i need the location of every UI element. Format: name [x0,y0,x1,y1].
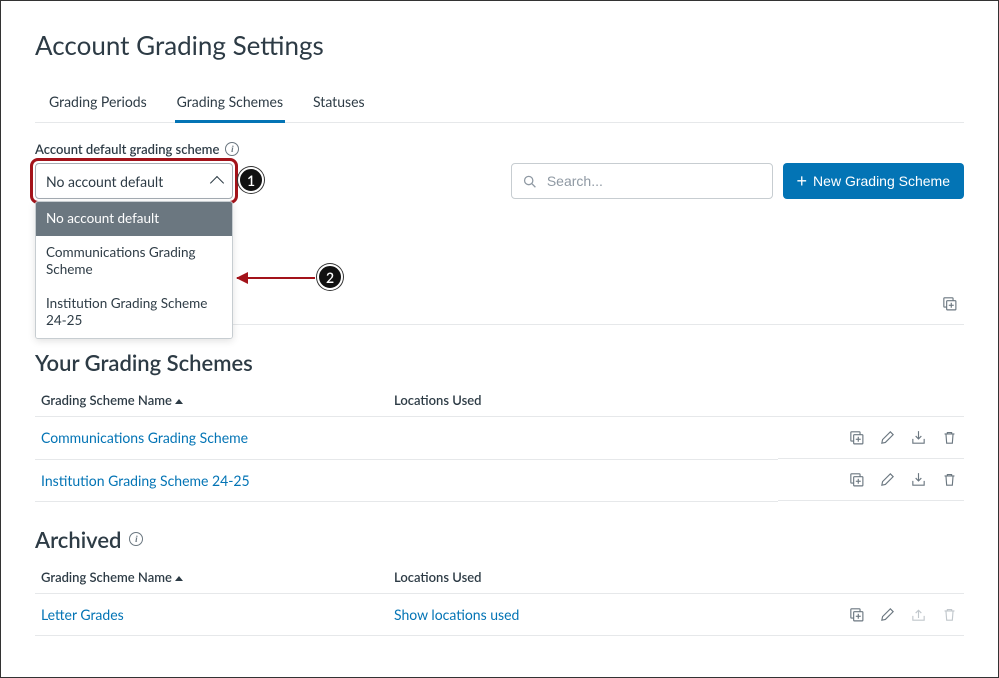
tabs-bar: Grading Periods Grading Schemes Statuses [35,83,964,123]
duplicate-icon[interactable] [848,429,865,446]
sort-asc-icon [175,399,183,404]
duplicate-icon[interactable] [941,295,958,312]
callout-badge-1: 1 [238,167,264,193]
col-locations-header[interactable]: Locations Used [388,384,778,417]
new-scheme-label: New Grading Scheme [813,173,950,189]
search-input[interactable] [545,172,762,190]
tab-grading-periods[interactable]: Grading Periods [47,83,149,123]
show-locations-link[interactable]: Show locations used [394,606,519,623]
tab-grading-schemes[interactable]: Grading Schemes [175,83,285,123]
dropdown-option-institution[interactable]: Institution Grading Scheme 24-25 [36,287,232,338]
dropdown-list: No account default Communications Gradin… [35,201,233,339]
your-schemes-heading: Your Grading Schemes [35,349,964,376]
edit-icon[interactable] [879,606,896,623]
sort-asc-icon [175,576,183,581]
unarchive-icon[interactable] [910,606,927,623]
edit-icon[interactable] [879,471,896,488]
archived-schemes-table: Grading Scheme Name Locations Used Lette… [35,561,964,637]
locations-cell [388,459,778,501]
new-grading-scheme-button[interactable]: + New Grading Scheme [783,163,964,199]
scheme-link-communications[interactable]: Communications Grading Scheme [41,429,248,446]
table-row: Communications Grading Scheme [35,417,964,460]
callout-badge-2: 2 [317,264,343,290]
col-name-header[interactable]: Grading Scheme Name [35,561,388,594]
tab-statuses[interactable]: Statuses [311,83,367,123]
default-scheme-label: Account default grading scheme [35,141,219,157]
delete-icon[interactable] [941,471,958,488]
col-locations-header[interactable]: Locations Used [388,561,778,594]
callout-arrow-icon [237,277,315,279]
table-row: Institution Grading Scheme 24-25 [35,459,964,501]
archived-heading: Archived i [35,526,964,553]
duplicate-icon[interactable] [848,471,865,488]
plus-icon: + [797,172,808,190]
dropdown-option-no-default[interactable]: No account default [36,202,232,236]
delete-icon[interactable] [941,429,958,446]
dropdown-option-communications[interactable]: Communications Grading Scheme [36,236,232,287]
search-icon [522,173,537,190]
scheme-link-institution[interactable]: Institution Grading Scheme 24-25 [41,472,250,489]
info-icon[interactable]: i [129,532,143,546]
dropdown-selected-text: No account default [46,173,163,190]
archive-icon[interactable] [910,471,927,488]
delete-icon [941,606,958,623]
edit-icon[interactable] [879,429,896,446]
default-scheme-section: Account default grading scheme i No acco… [35,141,239,199]
duplicate-icon[interactable] [848,606,865,623]
default-scheme-dropdown[interactable]: No account default [35,163,233,199]
page-title: Account Grading Settings [35,29,964,61]
info-icon[interactable]: i [225,142,239,156]
field-label: Account default grading scheme i [35,141,239,157]
archive-icon[interactable] [910,429,927,446]
locations-cell [388,417,778,460]
col-name-header[interactable]: Grading Scheme Name [35,384,388,417]
scheme-link-letter-grades[interactable]: Letter Grades [41,606,124,623]
your-schemes-table: Grading Scheme Name Locations Used Commu… [35,384,964,502]
chevron-up-icon [210,176,224,190]
search-box[interactable] [511,163,773,199]
table-row: Letter Grades Show locations used [35,593,964,636]
